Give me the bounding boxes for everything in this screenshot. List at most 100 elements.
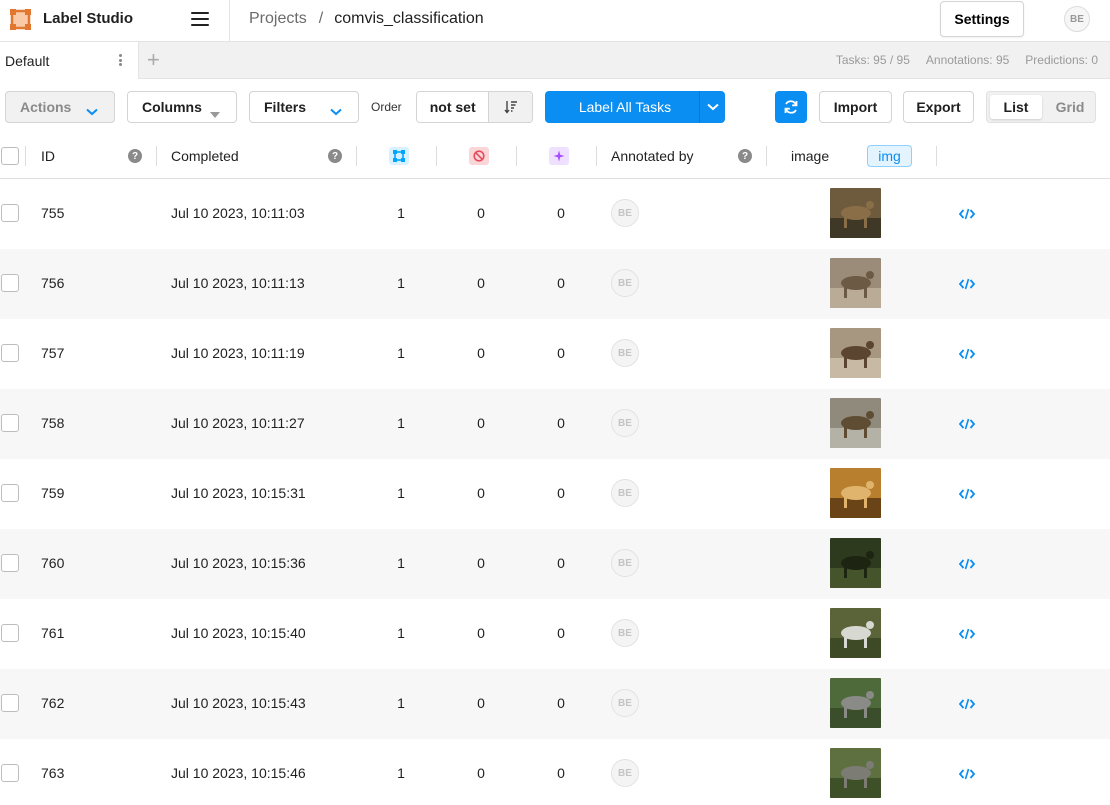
actions-dropdown[interactable]: Actions <box>5 91 115 123</box>
task-id: 759 <box>41 485 65 501</box>
column-header-image[interactable]: image <box>791 134 829 178</box>
app-title: Label Studio <box>43 10 133 27</box>
row-checkbox[interactable] <box>1 694 19 712</box>
refresh-button[interactable] <box>775 91 807 123</box>
tab-menu-icon[interactable] <box>119 54 123 66</box>
settings-button[interactable]: Settings <box>940 1 1024 37</box>
help-icon[interactable]: ? <box>738 149 752 163</box>
row-checkbox[interactable] <box>1 204 19 222</box>
code-icon[interactable] <box>958 487 976 503</box>
table-row[interactable]: 758 Jul 10 2023, 10:11:27 1 0 0 BE <box>0 389 1110 459</box>
table-row[interactable]: 755 Jul 10 2023, 10:11:03 1 0 0 BE <box>0 179 1110 249</box>
table-row[interactable]: 759 Jul 10 2023, 10:15:31 1 0 0 BE <box>0 459 1110 529</box>
export-button[interactable]: Export <box>903 91 974 123</box>
code-icon[interactable] <box>958 347 976 363</box>
menu-icon[interactable] <box>191 12 209 26</box>
annotations-count: 1 <box>397 625 405 641</box>
table-row[interactable]: 760 Jul 10 2023, 10:15:36 1 0 0 BE <box>0 529 1110 599</box>
code-icon[interactable] <box>958 557 976 573</box>
annotations-count: 1 <box>397 555 405 571</box>
task-image-thumbnail[interactable] <box>830 328 881 378</box>
task-image-thumbnail[interactable] <box>830 538 881 588</box>
predictions-count: 0 <box>557 415 565 431</box>
caret-down-icon <box>210 105 220 121</box>
task-id: 760 <box>41 555 65 571</box>
filters-dropdown[interactable]: Filters <box>249 91 359 123</box>
table-row[interactable]: 761 Jul 10 2023, 10:15:40 1 0 0 BE <box>0 599 1110 669</box>
code-icon[interactable] <box>958 277 976 293</box>
cancelled-count: 0 <box>477 345 485 361</box>
import-button[interactable]: Import <box>819 91 892 123</box>
select-all-checkbox[interactable] <box>1 147 19 165</box>
breadcrumb-projects-link[interactable]: Projects <box>249 10 307 28</box>
column-header-annotated-by[interactable]: Annotated by <box>611 134 694 178</box>
annotations-count: 1 <box>397 765 405 781</box>
code-icon[interactable] <box>958 627 976 643</box>
table-row[interactable]: 756 Jul 10 2023, 10:11:13 1 0 0 BE <box>0 249 1110 319</box>
row-checkbox[interactable] <box>1 484 19 502</box>
code-icon[interactable] <box>958 417 976 433</box>
code-icon[interactable] <box>958 697 976 713</box>
predictions-count-icon[interactable] <box>549 147 569 165</box>
order-label: Order <box>371 100 402 114</box>
completed-date: Jul 10 2023, 10:15:31 <box>171 485 306 501</box>
header-divider <box>229 0 230 42</box>
columns-label: Columns <box>142 99 202 115</box>
predictions-count: 0 <box>557 205 565 221</box>
cancelled-count: 0 <box>477 765 485 781</box>
task-id: 757 <box>41 345 65 361</box>
predictions-count: 0 <box>557 695 565 711</box>
task-image-thumbnail[interactable] <box>830 258 881 308</box>
chevron-down-icon[interactable] <box>699 91 725 123</box>
columns-dropdown[interactable]: Columns <box>127 91 237 123</box>
label-studio-logo-icon <box>10 9 31 30</box>
app-logo[interactable] <box>10 9 31 30</box>
add-tab-icon[interactable]: + <box>147 48 160 72</box>
cancelled-count: 0 <box>477 415 485 431</box>
column-header-completed[interactable]: Completed <box>171 134 239 178</box>
table-row[interactable]: 762 Jul 10 2023, 10:15:43 1 0 0 BE <box>0 669 1110 739</box>
task-id: 756 <box>41 275 65 291</box>
task-image-thumbnail[interactable] <box>830 398 881 448</box>
row-checkbox[interactable] <box>1 624 19 642</box>
cancelled-count: 0 <box>477 695 485 711</box>
task-image-thumbnail[interactable] <box>830 748 881 798</box>
task-image-thumbnail[interactable] <box>830 188 881 238</box>
completed-date: Jul 10 2023, 10:15:40 <box>171 625 306 641</box>
row-checkbox[interactable] <box>1 414 19 432</box>
annotations-count: 1 <box>397 485 405 501</box>
column-divider <box>516 146 517 166</box>
row-checkbox[interactable] <box>1 554 19 572</box>
cancelled-count-icon[interactable] <box>469 147 489 165</box>
table-row[interactable]: 763 Jul 10 2023, 10:15:46 1 0 0 BE <box>0 739 1110 805</box>
user-avatar[interactable]: BE <box>1064 6 1090 32</box>
list-view-button[interactable]: List <box>990 95 1042 119</box>
code-icon[interactable] <box>958 767 976 783</box>
annotations-count-icon[interactable] <box>389 147 409 165</box>
task-image-thumbnail[interactable] <box>830 678 881 728</box>
sort-direction-icon[interactable] <box>489 92 532 122</box>
column-header-id[interactable]: ID <box>41 134 55 178</box>
cancelled-count: 0 <box>477 205 485 221</box>
grid-view-button[interactable]: Grid <box>1047 95 1093 119</box>
help-icon[interactable]: ? <box>328 149 342 163</box>
task-image-thumbnail[interactable] <box>830 608 881 658</box>
code-icon[interactable] <box>958 207 976 223</box>
breadcrumb-current-project: comvis_classification <box>334 10 484 27</box>
row-checkbox[interactable] <box>1 274 19 292</box>
row-checkbox[interactable] <box>1 344 19 362</box>
task-image-thumbnail[interactable] <box>830 468 881 518</box>
row-checkbox[interactable] <box>1 764 19 782</box>
predictions-count: 0 <box>557 625 565 641</box>
label-all-tasks-button[interactable]: Label All Tasks <box>545 91 725 123</box>
cancelled-count: 0 <box>477 275 485 291</box>
predictions-count: 0 <box>557 345 565 361</box>
annotator-avatar: BE <box>611 689 639 717</box>
completed-date: Jul 10 2023, 10:15:36 <box>171 555 306 571</box>
tab-default[interactable]: Default <box>0 42 139 79</box>
order-select[interactable]: not set <box>417 92 490 122</box>
table-row[interactable]: 757 Jul 10 2023, 10:11:19 1 0 0 BE <box>0 319 1110 389</box>
column-divider <box>936 146 937 166</box>
help-icon[interactable]: ? <box>128 149 142 163</box>
project-stats: Tasks: 95 / 95 Annotations: 95 Predictio… <box>836 53 1098 67</box>
